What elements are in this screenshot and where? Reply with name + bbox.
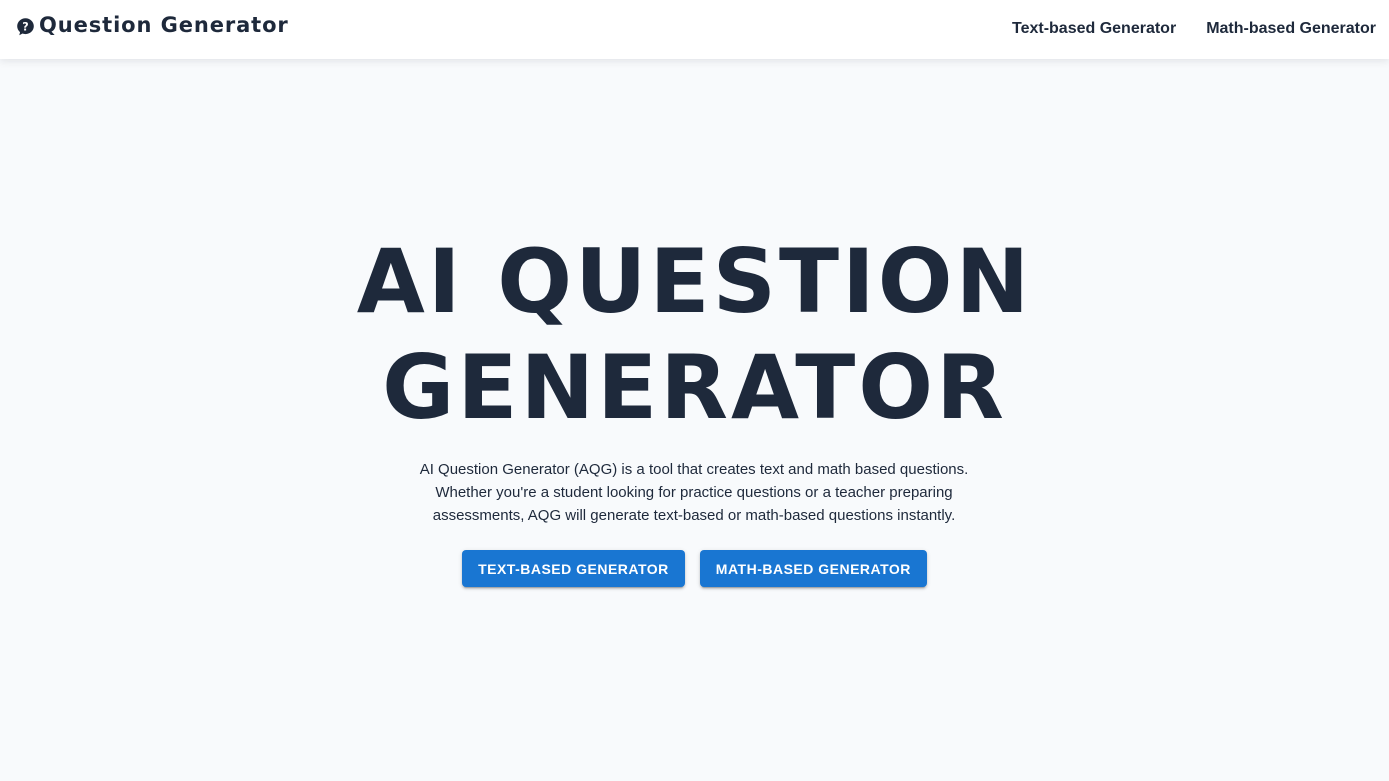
hero-section: AI QUESTION GENERATOR AI Question Genera… bbox=[0, 59, 1389, 781]
hero-description: AI Question Generator (AQG) is a tool th… bbox=[419, 461, 969, 524]
hero-title-line-1: AI QUESTION bbox=[356, 230, 1033, 333]
text-based-generator-button[interactable]: TEXT-BASED GENERATOR bbox=[462, 550, 685, 587]
hero-title: AI QUESTION GENERATOR bbox=[0, 229, 1389, 441]
brand-title: Question Generator bbox=[39, 13, 289, 37]
nav-link-math-based-generator[interactable]: Math-based Generator bbox=[1206, 20, 1376, 38]
top-navbar: ? Question Generator Text-based Generato… bbox=[0, 0, 1389, 59]
question-circle-icon: ? bbox=[16, 17, 35, 36]
brand-logo-link[interactable]: ? Question Generator bbox=[16, 13, 289, 37]
math-based-generator-button[interactable]: MATH-BASED GENERATOR bbox=[699, 550, 927, 587]
hero-title-line-2: GENERATOR bbox=[382, 336, 1007, 439]
svg-text:?: ? bbox=[22, 20, 28, 33]
nav-links: Text-based Generator Math-based Generato… bbox=[1012, 20, 1376, 38]
nav-link-text-based-generator[interactable]: Text-based Generator bbox=[1012, 20, 1176, 38]
hero-actions: TEXT-BASED GENERATOR MATH-BASED GENERATO… bbox=[0, 550, 1389, 587]
